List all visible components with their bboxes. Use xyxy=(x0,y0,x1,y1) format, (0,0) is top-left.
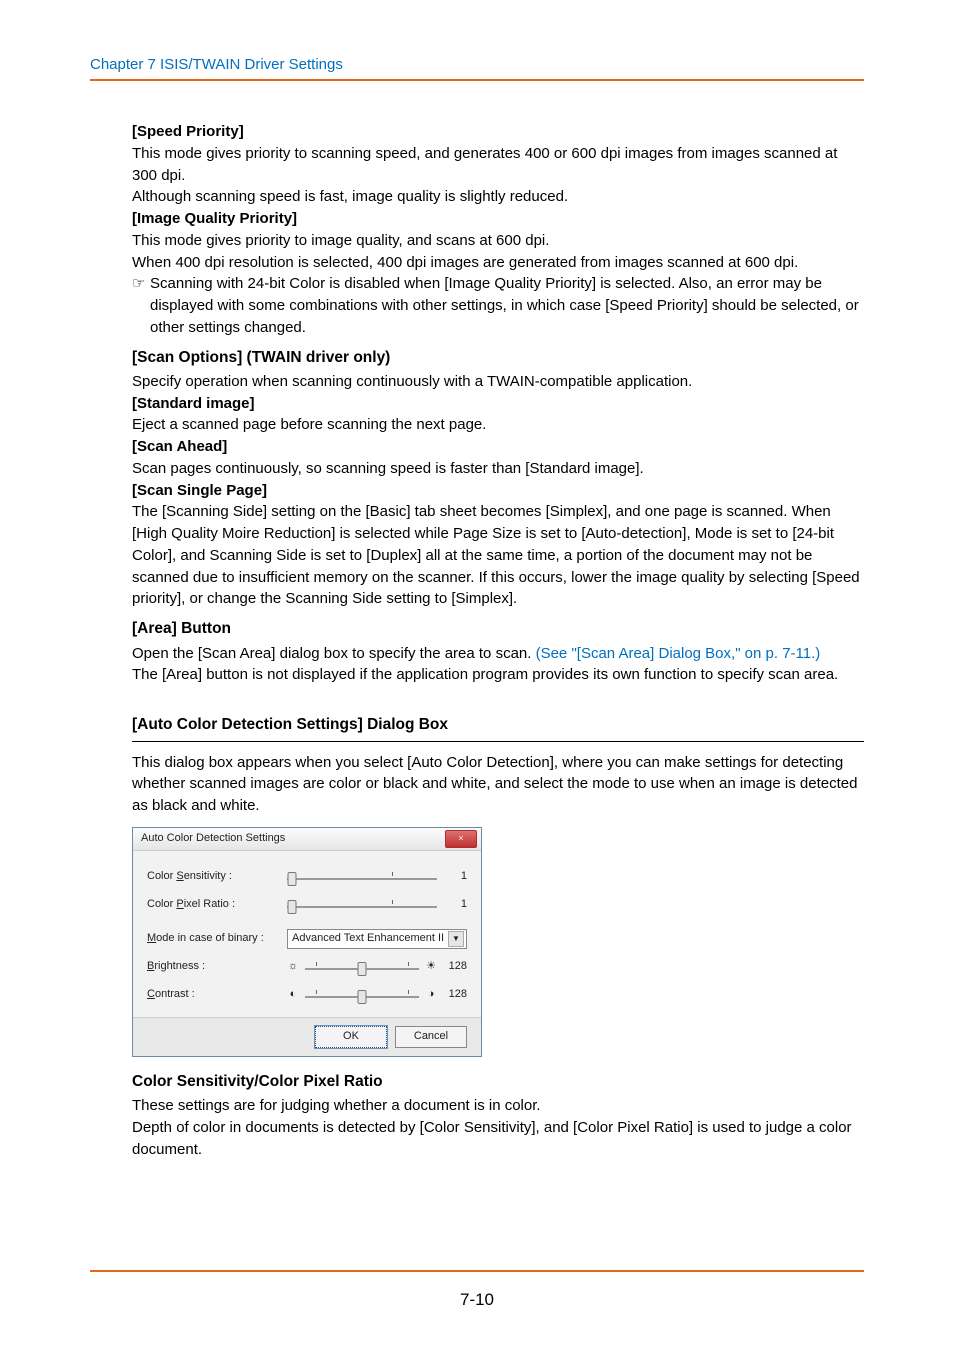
combo-mode-binary[interactable]: Advanced Text Enhancement II ▼ xyxy=(287,929,467,949)
label-brightness: Brightness : xyxy=(147,959,287,975)
color-sensitivity-heading: Color Sensitivity/Color Pixel Ratio xyxy=(132,1071,864,1093)
body-content: [Speed Priority] This mode gives priorit… xyxy=(90,121,864,1161)
auto-color-section-title: [Auto Color Detection Settings] Dialog B… xyxy=(132,714,864,741)
auto-color-intro: This dialog box appears when you select … xyxy=(132,752,864,817)
area-button-p2: The [Area] button is not displayed if th… xyxy=(132,664,864,686)
ok-button[interactable]: OK xyxy=(315,1026,387,1048)
combo-mode-binary-value: Advanced Text Enhancement II xyxy=(292,931,444,947)
value-brightness: 128 xyxy=(443,959,467,975)
sun-dim-icon: ☼ xyxy=(287,959,299,975)
dialog-title: Auto Color Detection Settings xyxy=(141,831,285,847)
auto-color-dialog: Auto Color Detection Settings × Color Se… xyxy=(132,827,482,1057)
slider-brightness[interactable] xyxy=(305,958,419,976)
page-number: 7-10 xyxy=(0,1290,954,1310)
header-rule xyxy=(90,79,864,81)
image-quality-p2: When 400 dpi resolution is selected, 400… xyxy=(132,252,864,274)
slider-color-pixel-ratio[interactable] xyxy=(287,896,437,914)
scan-ahead-text: Scan pages continuously, so scanning spe… xyxy=(132,458,864,480)
slider-contrast[interactable] xyxy=(305,986,419,1004)
dialog-close-button[interactable]: × xyxy=(445,830,477,848)
scan-single-text: The [Scanning Side] setting on the [Basi… xyxy=(132,501,864,610)
slider-color-sensitivity[interactable] xyxy=(287,868,437,886)
footer-rule xyxy=(90,1270,864,1272)
area-button-link[interactable]: (See "[Scan Area] Dialog Box," on p. 7-1… xyxy=(536,645,821,662)
area-button-p1a: Open the [Scan Area] dialog box to speci… xyxy=(132,645,536,662)
cancel-button[interactable]: Cancel xyxy=(395,1026,467,1048)
dialog-titlebar: Auto Color Detection Settings × xyxy=(133,828,481,851)
value-color-sensitivity: 1 xyxy=(443,869,467,885)
speed-priority-title: [Speed Priority] xyxy=(132,121,864,143)
color-sensitivity-p2: Depth of color in documents is detected … xyxy=(132,1117,864,1161)
speed-priority-p2: Although scanning speed is fast, image q… xyxy=(132,186,864,208)
label-contrast: Contrast : xyxy=(147,987,287,1003)
chapter-header: Chapter 7 ISIS/TWAIN Driver Settings xyxy=(90,56,864,73)
area-button-p1: Open the [Scan Area] dialog box to speci… xyxy=(132,643,864,665)
label-mode-binary: Mode in case of binary : xyxy=(147,931,287,947)
value-contrast: 128 xyxy=(443,987,467,1003)
contrast-low-icon: ◐ xyxy=(287,987,299,1003)
scan-options-intro: Specify operation when scanning continuo… xyxy=(132,371,864,393)
standard-image-text: Eject a scanned page before scanning the… xyxy=(132,414,864,436)
image-quality-note: ☞ Scanning with 24-bit Color is disabled… xyxy=(132,273,864,338)
dialog-footer: OK Cancel xyxy=(133,1017,481,1056)
scan-single-title: [Scan Single Page] xyxy=(132,480,864,502)
dialog-body: Color Sensitivity : 1 Color Pixel Ratio … xyxy=(133,851,481,1017)
image-quality-p1: This mode gives priority to image qualit… xyxy=(132,230,864,252)
scan-options-heading: [Scan Options] (TWAIN driver only) xyxy=(132,347,864,369)
standard-image-title: [Standard image] xyxy=(132,393,864,415)
label-color-sensitivity: Color Sensitivity : xyxy=(147,869,287,885)
sun-bright-icon: ☀ xyxy=(425,959,437,975)
speed-priority-p1: This mode gives priority to scanning spe… xyxy=(132,143,864,187)
note-text: Scanning with 24-bit Color is disabled w… xyxy=(150,273,864,338)
chevron-down-icon: ▼ xyxy=(448,931,464,947)
image-quality-title: [Image Quality Priority] xyxy=(132,208,864,230)
label-color-pixel-ratio: Color Pixel Ratio : xyxy=(147,897,287,913)
scan-ahead-title: [Scan Ahead] xyxy=(132,436,864,458)
note-pointer-icon: ☞ xyxy=(132,273,150,338)
area-button-heading: [Area] Button xyxy=(132,618,864,640)
color-sensitivity-p1: These settings are for judging whether a… xyxy=(132,1095,864,1117)
value-color-pixel-ratio: 1 xyxy=(443,897,467,913)
contrast-high-icon: ◑ xyxy=(425,987,437,1003)
